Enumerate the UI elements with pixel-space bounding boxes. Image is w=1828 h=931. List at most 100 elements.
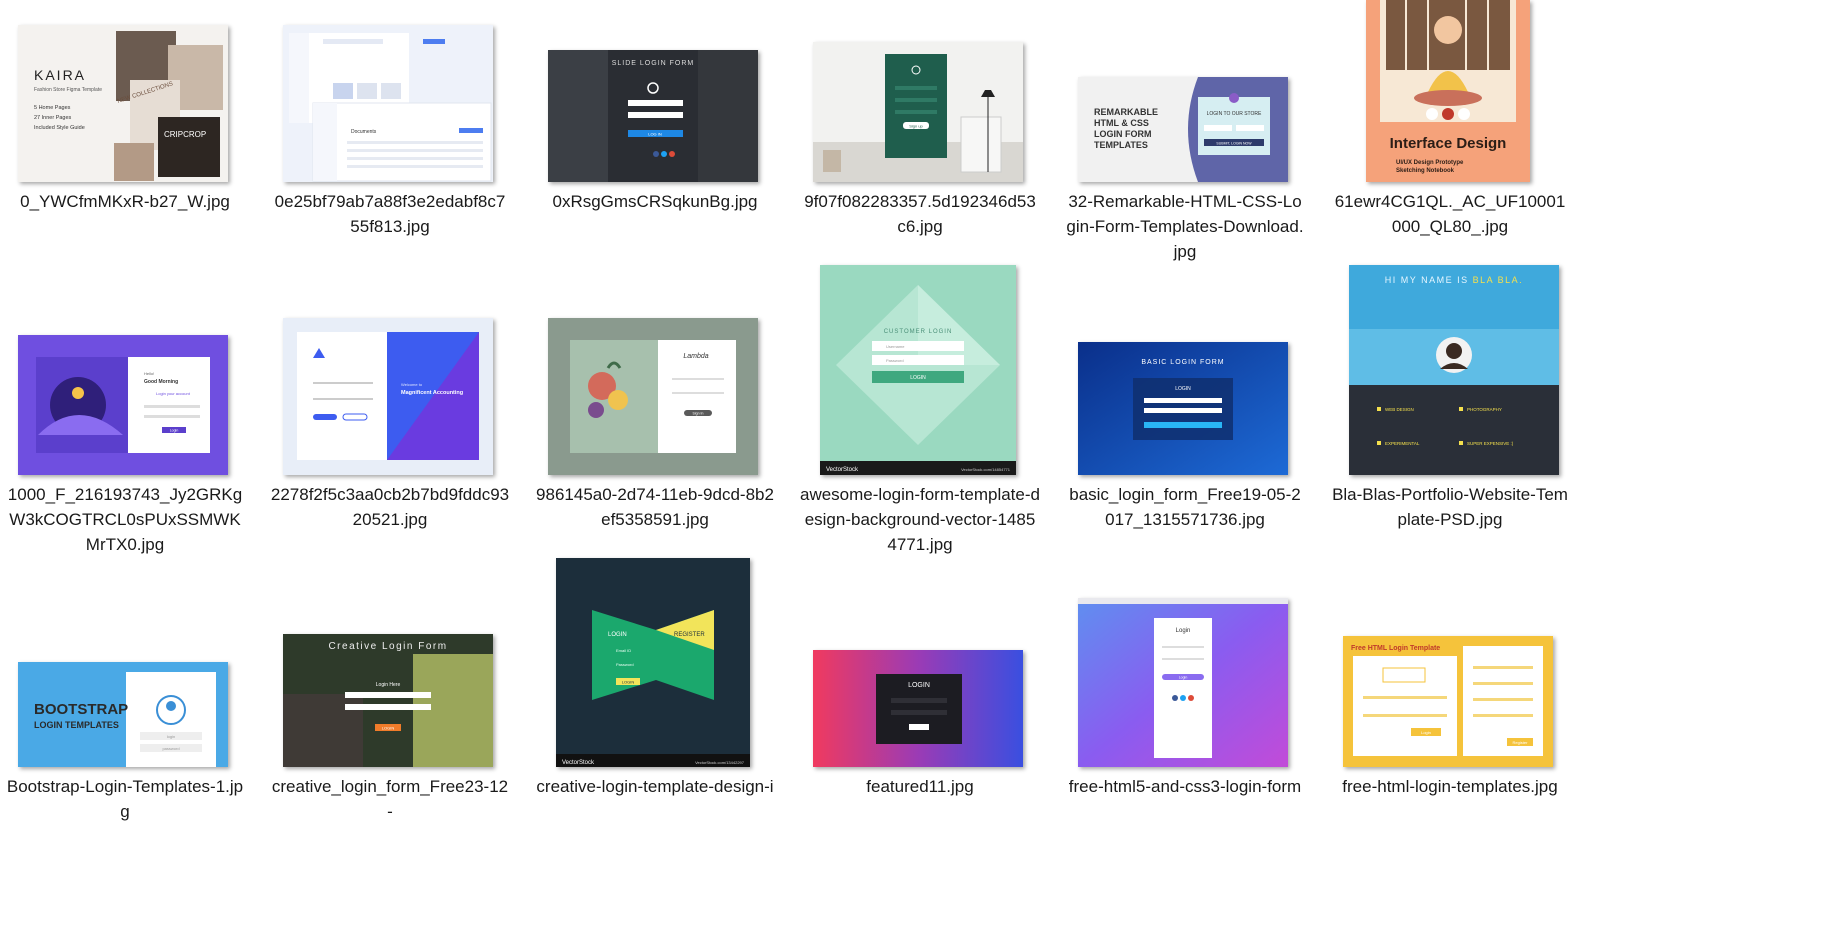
file-item[interactable]: Sign up 9f07f082283357.5d192346d53c6.jpg	[800, 0, 1040, 260]
file-name: 32-Remarkable-HTML-CSS-Login-Form-Templa…	[1066, 192, 1304, 261]
svg-text:WEB DESIGN: WEB DESIGN	[1385, 407, 1414, 412]
thumbnail-image: Welcome to Magnificent Accounting	[283, 318, 493, 475]
svg-text:UI/UX Design Prototype: UI/UX Design Prototype	[1396, 160, 1464, 166]
file-thumbnail[interactable]: Login Login	[1078, 598, 1288, 767]
file-thumbnail[interactable]: LOGIN	[813, 650, 1023, 767]
file-thumbnail[interactable]: BASIC LOGIN FORM LOGIN	[1078, 342, 1288, 475]
thumb-heading: CUSTOMER LOGIN	[884, 329, 953, 335]
svg-text:Welcome to: Welcome to	[401, 382, 423, 387]
file-item[interactable]: HI MY NAME IS BLA BLA. WEB DESIGN PHOTOG…	[1330, 265, 1570, 555]
file-thumbnail[interactable]: Sign up	[813, 42, 1023, 182]
thumbnail-image: Free HTML Login Template Login Register	[1343, 636, 1553, 767]
file-thumbnail[interactable]: Interface Design UI/UX Design Prototype …	[1366, 0, 1530, 182]
svg-text:Magnificent Accounting: Magnificent Accounting	[401, 390, 463, 396]
file-name: 1000_F_216193743_Jy2GRKgW3kCOGTRCL0sPUxS…	[7, 485, 243, 554]
file-thumbnail[interactable]: BOOTSTRAP LOGIN TEMPLATES login password	[18, 662, 228, 767]
file-item[interactable]: Interface Design UI/UX Design Prototype …	[1330, 0, 1570, 260]
svg-text:PHOTOGRAPHY: PHOTOGRAPHY	[1467, 407, 1502, 412]
file-item[interactable]: Free HTML Login Template Login Register …	[1330, 558, 1570, 798]
file-thumbnail[interactable]: HI MY NAME IS BLA BLA. WEB DESIGN PHOTOG…	[1349, 265, 1559, 475]
file-item[interactable]: Hello! Good Morning Login your account L…	[5, 265, 245, 555]
svg-text:Login Here: Login Here	[376, 682, 401, 688]
svg-text:SUPER EXPENSIVE :): SUPER EXPENSIVE :)	[1467, 441, 1514, 446]
file-thumbnail[interactable]: REMARKABLE HTML & CSS LOGIN FORM TEMPLAT…	[1078, 77, 1288, 182]
file-thumbnail[interactable]: Lambda Sign In	[548, 318, 758, 475]
file-item[interactable]: Welcome to Magnificent Accounting 2278f2…	[270, 265, 510, 555]
file-name: 0_YWCfmMKxR-b27_W.jpg	[20, 192, 230, 211]
svg-text:BOOTSTRAP: BOOTSTRAP	[34, 701, 128, 718]
svg-text:login: login	[167, 734, 175, 739]
file-item[interactable]: CUSTOMER LOGIN Username Password LOGIN V…	[800, 265, 1040, 555]
svg-text:27 Inner Pages: 27 Inner Pages	[34, 115, 72, 121]
svg-text:TEMPLATES: TEMPLATES	[1094, 140, 1148, 150]
svg-text:Hello!: Hello!	[144, 371, 154, 376]
thumbnail-image: KAIRA Fashion Store Figma Template 5 Hom…	[18, 25, 228, 182]
file-thumbnail[interactable]: Creative Login Form Login Here LOGIN	[283, 634, 493, 767]
file-item[interactable]: LOGIN REGISTER Email ID Password LOGIN V…	[535, 558, 775, 798]
file-item[interactable]: LOGIN featured11.jpg	[800, 558, 1040, 798]
file-item[interactable]: BOOTSTRAP LOGIN TEMPLATES login password…	[5, 558, 245, 821]
svg-text:Login: Login	[1179, 676, 1188, 680]
thumb-heading: LOGIN	[908, 682, 930, 689]
svg-text:LOGIN TEMPLATES: LOGIN TEMPLATES	[34, 720, 119, 730]
file-name: free-html-login-templates.jpg	[1342, 777, 1558, 796]
file-name: free-html5-and-css3-login-form	[1068, 777, 1302, 796]
file-item[interactable]: Lambda Sign In 986145a0-2d74-11eb-9dcd-8…	[535, 265, 775, 555]
file-name: 61ewr4CG1QL._AC_UF10001000_QL80_.jpg	[1334, 192, 1566, 236]
file-item[interactable]: BASIC LOGIN FORM LOGIN basic_login_form_…	[1065, 265, 1305, 555]
svg-text:Register: Register	[1513, 740, 1529, 745]
svg-text:Login: Login	[170, 429, 179, 433]
file-name: 0e25bf79ab7a88f3e2edabf8c755f813.jpg	[274, 192, 506, 236]
thumb-heading: Login	[1176, 628, 1191, 634]
file-item[interactable]: Login Login free-html5-and-css3-login-fo…	[1065, 558, 1305, 798]
file-thumbnail[interactable]: LOGIN REGISTER Email ID Password LOGIN V…	[556, 558, 750, 767]
thumbnail-image: CUSTOMER LOGIN Username Password LOGIN V…	[820, 265, 1016, 475]
svg-text:Sign In: Sign In	[693, 412, 704, 416]
svg-text:Included Style Guide: Included Style Guide	[34, 125, 85, 131]
thumbnail-image: REMARKABLE HTML & CSS LOGIN FORM TEMPLAT…	[1078, 77, 1288, 182]
thumb-sub: Fashion Store Figma Template	[34, 87, 102, 93]
thumbnail-image: BOOTSTRAP LOGIN TEMPLATES login password	[18, 662, 228, 767]
svg-text:Sketching Notebook: Sketching Notebook	[1396, 168, 1455, 174]
file-item[interactable]: SLIDE LOGIN FORM LOG IN 0xRsgGmsCRSqkunB…	[535, 0, 775, 260]
file-thumbnail[interactable]: KAIRA Fashion Store Figma Template 5 Hom…	[18, 25, 228, 182]
file-item[interactable]: Creative Login Form Login Here LOGIN cre…	[270, 558, 510, 821]
thumb-heading: SLIDE LOGIN FORM	[612, 60, 695, 67]
svg-text:LOGIN: LOGIN	[382, 726, 395, 731]
file-thumbnail[interactable]: CUSTOMER LOGIN Username Password LOGIN V…	[820, 265, 1016, 475]
svg-text:LOGIN: LOGIN	[608, 632, 627, 638]
thumbnail-image: Documents	[283, 25, 493, 182]
thumbnail-image: Lambda Sign In	[548, 318, 758, 475]
file-item[interactable]: REMARKABLE HTML & CSS LOGIN FORM TEMPLAT…	[1065, 0, 1305, 261]
thumbnail-image: LOGIN	[813, 650, 1023, 767]
thumbnail-image: Sign up	[813, 42, 1023, 182]
svg-text:VectorStock: VectorStock	[562, 760, 595, 766]
file-thumbnail[interactable]: Welcome to Magnificent Accounting	[283, 318, 493, 475]
thumb-heading: Free HTML Login Template	[1351, 645, 1440, 652]
svg-text:LOG IN: LOG IN	[648, 132, 662, 137]
thumbnail-image: HI MY NAME IS BLA BLA. WEB DESIGN PHOTOG…	[1349, 265, 1559, 475]
file-name: creative-login-template-design-i	[536, 777, 774, 796]
file-thumbnail[interactable]: SLIDE LOGIN FORM LOG IN	[548, 50, 758, 182]
svg-text:HI MY NAME IS BLA BLA.: HI MY NAME IS BLA BLA.	[1385, 275, 1523, 285]
file-item[interactable]: Documents 0e25bf79ab7a88f3e2edabf8c755f8…	[270, 0, 510, 260]
svg-text:Lambda: Lambda	[683, 353, 708, 360]
thumbnail-image: SLIDE LOGIN FORM LOG IN	[548, 50, 758, 182]
thumbnail-image: LOGIN REGISTER Email ID Password LOGIN V…	[556, 558, 750, 767]
file-name: 2278f2f5c3aa0cb2b7bd9fddc9320521.jpg	[270, 485, 510, 529]
svg-text:HTML & CSS: HTML & CSS	[1094, 118, 1149, 128]
file-thumbnail[interactable]: Hello! Good Morning Login your account L…	[18, 335, 228, 475]
svg-text:password: password	[162, 746, 179, 751]
file-name: Bootstrap-Login-Templates-1.jpg	[6, 777, 244, 821]
file-thumbnail[interactable]: Documents	[283, 25, 493, 182]
file-name: featured11.jpg	[866, 777, 974, 796]
svg-text:Password: Password	[616, 662, 634, 667]
file-item[interactable]: KAIRA Fashion Store Figma Template 5 Hom…	[5, 0, 245, 260]
svg-text:REGISTER: REGISTER	[674, 632, 705, 638]
file-name: basic_login_form_Free19-05-2017_13155717…	[1069, 485, 1301, 529]
svg-text:LOGIN TO OUR STORE: LOGIN TO OUR STORE	[1207, 111, 1262, 117]
thumb-heading: Creative Login Form	[328, 641, 447, 652]
file-thumbnail[interactable]: Free HTML Login Template Login Register	[1343, 636, 1553, 767]
file-name: 0xRsgGmsCRSqkunBg.jpg	[552, 192, 758, 211]
thumbnail-image: Creative Login Form Login Here LOGIN	[283, 634, 493, 767]
